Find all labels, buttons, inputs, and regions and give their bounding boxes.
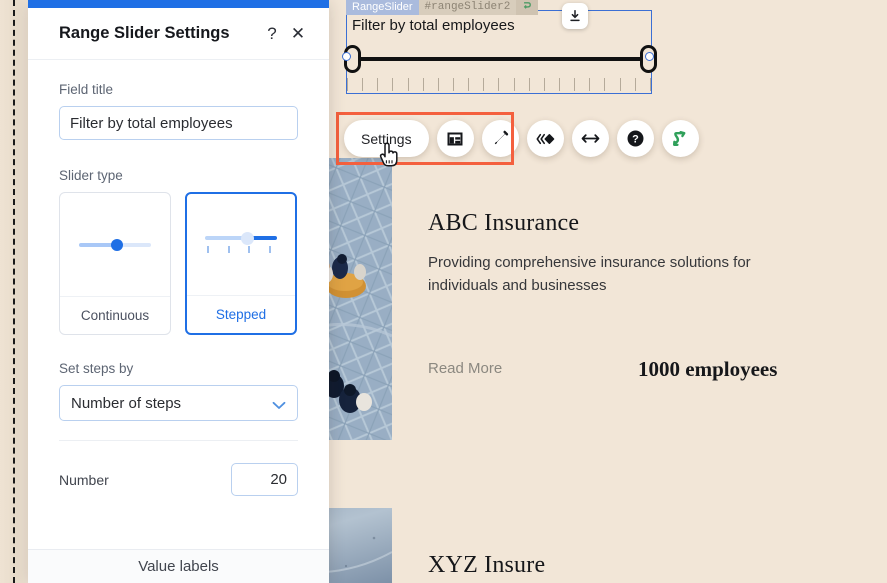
slider-type-options: Continuous Stepped bbox=[59, 192, 298, 335]
download-icon-button[interactable] bbox=[562, 3, 588, 29]
field-title-label: Field title bbox=[59, 82, 114, 97]
rangeslider-ticks bbox=[347, 78, 651, 92]
widget-tab-id[interactable]: #rangeSlider2 bbox=[418, 0, 517, 15]
value-labels-section[interactable]: Value labels bbox=[28, 549, 329, 583]
canvas-edge-dashed-line bbox=[13, 0, 15, 583]
panel-divider bbox=[59, 440, 298, 441]
selection-dot-left[interactable] bbox=[342, 52, 351, 61]
card-heading-1: ABC Insurance bbox=[428, 210, 580, 236]
toolbar-highlight-box bbox=[336, 112, 514, 165]
stepped-preview-icon bbox=[187, 194, 295, 295]
card-body-1: Providing comprehensive insurance soluti… bbox=[428, 254, 751, 294]
app-root: ABC Insurance Providing comprehensive in… bbox=[0, 0, 887, 583]
chevron-down-icon bbox=[272, 397, 286, 414]
set-steps-by-value: Number of steps bbox=[71, 394, 182, 412]
widget-tab-name[interactable]: RangeSlider bbox=[346, 0, 419, 15]
slider-type-stepped-label: Stepped bbox=[187, 295, 295, 333]
widget-label-tabs: RangeSlider #rangeSlider2 bbox=[346, 0, 539, 15]
widget-field-title: Filter by total employees bbox=[352, 17, 515, 34]
set-steps-by-select[interactable]: Number of steps bbox=[59, 385, 298, 421]
number-input[interactable] bbox=[231, 463, 298, 496]
panel-title: Range Slider Settings bbox=[59, 24, 230, 42]
rangeslider-track[interactable] bbox=[356, 57, 643, 61]
help-button[interactable]: ? bbox=[259, 24, 285, 44]
number-label: Number bbox=[59, 471, 109, 488]
connect-icon-button[interactable] bbox=[661, 120, 699, 157]
mouse-cursor bbox=[379, 142, 400, 173]
field-title-input[interactable] bbox=[59, 106, 298, 140]
slider-type-continuous[interactable]: Continuous bbox=[59, 192, 171, 335]
panel-header: Range Slider Settings ? ✕ bbox=[28, 8, 329, 60]
resize-horizontal-icon-button[interactable] bbox=[571, 120, 609, 157]
value-labels-label: Value labels bbox=[138, 558, 219, 575]
range-slider-settings-panel: Range Slider Settings ? ✕ Field title Sl… bbox=[28, 0, 329, 583]
continuous-preview-icon bbox=[60, 193, 170, 296]
card-readmore-1[interactable]: Read More bbox=[428, 360, 502, 377]
card-heading-2: XYZ Insure bbox=[428, 552, 546, 578]
widget-refresh-icon[interactable] bbox=[516, 0, 539, 15]
panel-accent-bar bbox=[28, 0, 329, 8]
card-metric-1: 1000 employees bbox=[638, 357, 778, 381]
selection-dot-right[interactable] bbox=[645, 52, 654, 61]
svg-text:?: ? bbox=[632, 134, 639, 146]
slider-type-stepped[interactable]: Stepped bbox=[185, 192, 297, 335]
help-circle-icon-button[interactable]: ? bbox=[616, 120, 654, 157]
close-button[interactable]: ✕ bbox=[285, 24, 311, 44]
set-steps-by-label: Set steps by bbox=[59, 361, 134, 376]
slider-type-continuous-label: Continuous bbox=[60, 296, 170, 334]
number-field-row: Number bbox=[59, 463, 298, 496]
slider-type-label: Slider type bbox=[59, 168, 123, 183]
panel-body: Field title Slider type Continuous bbox=[28, 60, 329, 549]
collapse-left-icon-button[interactable] bbox=[526, 120, 564, 157]
